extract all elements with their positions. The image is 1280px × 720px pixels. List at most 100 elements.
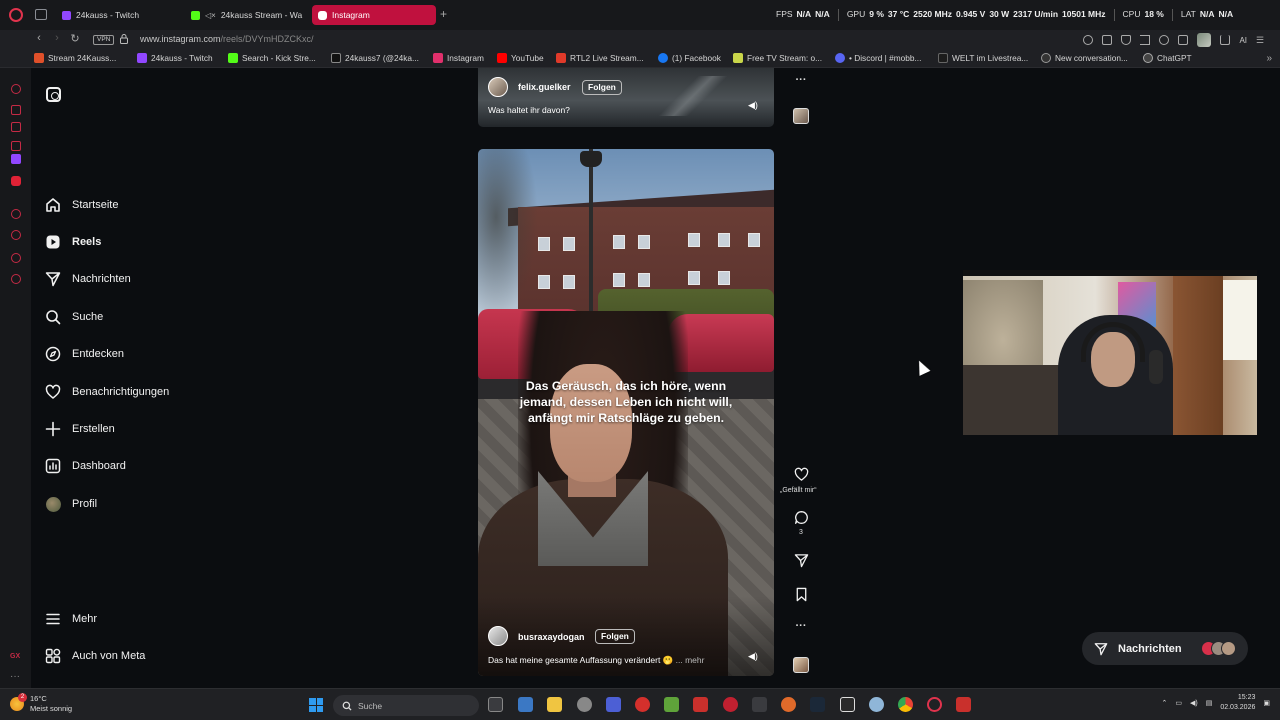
- download-icon[interactable]: [1220, 35, 1231, 45]
- bookmark-new-conversation[interactable]: New conversation...: [1041, 53, 1128, 63]
- extensions-sidebar-icon[interactable]: [11, 253, 21, 263]
- audio-thumbnail[interactable]: [793, 657, 809, 673]
- bookmark-tiktok[interactable]: 24kauss7 (@24ka...: [331, 53, 419, 63]
- app-icon-recorder[interactable]: [723, 697, 738, 712]
- app-icon-game[interactable]: [752, 697, 767, 712]
- clock[interactable]: 15:23 02.03.2026: [1220, 693, 1255, 713]
- previous-reel-video[interactable]: felix.guelker Folgen Was haltet ihr davo…: [478, 68, 774, 127]
- bookmark-instagram[interactable]: Instagram: [433, 53, 484, 63]
- save-button[interactable]: [791, 587, 811, 607]
- comment-button[interactable]: [791, 510, 811, 530]
- muted-speaker-icon[interactable]: ◁×: [205, 11, 216, 20]
- file-explorer-icon[interactable]: [547, 697, 562, 712]
- new-tab-button[interactable]: +: [440, 7, 447, 21]
- shield-icon[interactable]: [1121, 35, 1132, 45]
- bookmark-youtube[interactable]: YouTube: [497, 53, 544, 63]
- player-icon[interactable]: [11, 209, 21, 219]
- play-icon[interactable]: [1140, 35, 1151, 45]
- speaker-icon[interactable]: ◀): [1190, 699, 1198, 707]
- chrome-icon[interactable]: [898, 697, 913, 712]
- nav-also-from-meta[interactable]: Auch von Meta: [45, 648, 145, 664]
- pin-icon[interactable]: [1083, 35, 1094, 45]
- nav-explore[interactable]: Entdecken: [45, 346, 124, 362]
- bookmark-rtl2[interactable]: RTL2 Live Stream...: [556, 53, 644, 63]
- opera-gx-icon[interactable]: [927, 697, 942, 712]
- nav-create[interactable]: Erstellen: [45, 421, 115, 437]
- tab-twitch[interactable]: 24kauss - Twitch: [56, 5, 184, 25]
- tray-app-icon[interactable]: ▭: [1175, 699, 1182, 707]
- speaker-icon[interactable]: ◀): [748, 100, 758, 111]
- instagram-logo-icon[interactable]: [46, 87, 61, 102]
- more-options-icon[interactable]: ···: [791, 74, 811, 86]
- app-icon-streaming[interactable]: [956, 697, 971, 712]
- weather-widget[interactable]: 2 16°C Meist sonnig: [10, 693, 72, 714]
- url-field[interactable]: www.instagram.com/reels/DVYmHDZCKxc/: [140, 34, 314, 44]
- share-button[interactable]: [791, 553, 811, 573]
- like-button[interactable]: [791, 467, 811, 487]
- messages-pill-button[interactable]: Nachrichten: [1082, 632, 1248, 665]
- mouse-app-icon[interactable]: [577, 697, 592, 712]
- nav-reels[interactable]: Reels: [45, 234, 101, 250]
- app-icon-settings[interactable]: [869, 697, 884, 712]
- nav-search[interactable]: Suche: [45, 309, 103, 325]
- forward-button[interactable]: ›: [50, 32, 64, 44]
- speaker-icon[interactable]: ◀): [748, 651, 758, 662]
- extensions-icon[interactable]: [1178, 35, 1189, 45]
- app-icon-red[interactable]: [635, 697, 650, 712]
- bookmark-chatgpt[interactable]: ChatGPT: [1143, 53, 1192, 63]
- aria-ai-button[interactable]: AI: [1239, 36, 1247, 45]
- bookmark-stream-24kauss[interactable]: Stream 24Kauss...: [34, 53, 116, 63]
- nav-dashboard[interactable]: Dashboard: [45, 458, 126, 474]
- follow-button[interactable]: Folgen: [582, 80, 622, 95]
- more-options-icon[interactable]: ···: [791, 620, 811, 632]
- vegas-icon[interactable]: [606, 697, 621, 712]
- avatar[interactable]: [488, 77, 508, 97]
- news-icon[interactable]: [11, 122, 21, 132]
- messenger-icon[interactable]: [11, 141, 21, 151]
- avatar[interactable]: [488, 626, 508, 646]
- youtube-sidebar-icon[interactable]: [11, 176, 21, 186]
- bookmark-free-tv[interactable]: Free TV Stream: o...: [733, 53, 822, 63]
- more-dots-icon[interactable]: ···: [10, 671, 20, 682]
- lock-icon[interactable]: [120, 34, 128, 44]
- workspaces-icon[interactable]: [35, 9, 47, 20]
- follow-button[interactable]: Folgen: [595, 629, 635, 644]
- nav-more[interactable]: Mehr: [45, 611, 97, 627]
- nav-messages[interactable]: Nachrichten: [45, 271, 131, 287]
- ai-icon[interactable]: [11, 84, 21, 94]
- bookmark-discord[interactable]: • Discord | #mobb...: [835, 53, 921, 63]
- opera-logo-icon[interactable]: [9, 8, 23, 22]
- reel-caption[interactable]: Das hat meine gesamte Auffassung verände…: [488, 655, 704, 666]
- network-icon[interactable]: ▤: [1206, 699, 1213, 707]
- firefox-icon[interactable]: [781, 697, 796, 712]
- chevron-up-icon[interactable]: ⌃: [1161, 699, 1167, 707]
- store-icon[interactable]: [11, 105, 21, 115]
- nav-notifications[interactable]: Benachrichtigungen: [45, 384, 169, 400]
- history-icon[interactable]: [11, 230, 21, 240]
- username[interactable]: busraxaydogan: [518, 632, 585, 642]
- twitch-sidebar-icon[interactable]: [11, 154, 21, 164]
- bookmark-welt[interactable]: WELT im Livestrea...: [938, 53, 1028, 63]
- profile-avatar[interactable]: [1197, 33, 1212, 47]
- tab-kick[interactable]: ◁× 24kauss Stream - Wa: [185, 5, 307, 25]
- nav-profile[interactable]: Profil: [45, 496, 97, 512]
- steam-icon[interactable]: [810, 697, 825, 712]
- app-icon-video[interactable]: [693, 697, 708, 712]
- tab-instagram[interactable]: Instagram: [312, 5, 436, 25]
- taskbar-search[interactable]: Suche: [333, 695, 479, 716]
- app-icon-green[interactable]: [664, 697, 679, 712]
- bookmark-facebook[interactable]: (1) Facebook: [658, 53, 721, 63]
- bookmark-kick[interactable]: Search - Kick Stre...: [228, 53, 316, 63]
- menu-icon[interactable]: ☰: [1256, 35, 1268, 45]
- nav-home[interactable]: Startseite: [45, 197, 118, 213]
- epic-games-icon[interactable]: [840, 697, 855, 712]
- notifications-icon[interactable]: ▣: [1263, 699, 1270, 707]
- gx-icon[interactable]: GX: [10, 653, 20, 660]
- heart-icon[interactable]: [1159, 35, 1170, 45]
- bookmarks-more-icon[interactable]: »: [1266, 53, 1272, 64]
- snapshot-icon[interactable]: [1102, 35, 1113, 45]
- task-view-icon[interactable]: [488, 697, 503, 712]
- start-button[interactable]: [309, 698, 323, 712]
- bookmark-twitch[interactable]: 24kauss - Twitch: [137, 53, 213, 63]
- back-button[interactable]: ‹: [32, 32, 46, 44]
